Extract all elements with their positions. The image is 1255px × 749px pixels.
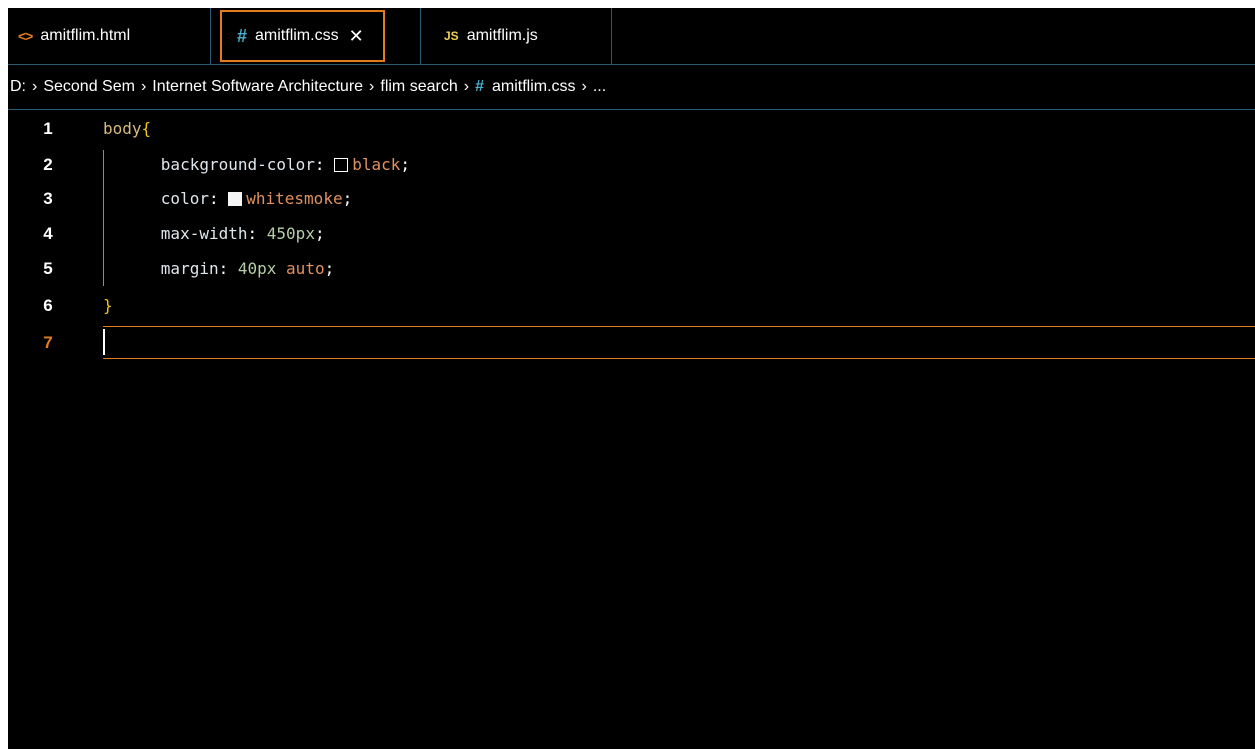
tab-amitflim-css[interactable]: # amitflim.css ✕ (220, 10, 385, 62)
tab-label: amitflim.js (466, 27, 538, 44)
js-file-icon: JS (444, 29, 459, 43)
semicolon: ; (342, 189, 353, 208)
colon: : (208, 189, 219, 208)
line-number: 4 (43, 224, 53, 243)
chevron-right-icon: › (32, 78, 38, 95)
breadcrumb-item-file[interactable]: amitflim.css (492, 78, 576, 96)
colon: : (247, 224, 258, 243)
css-property: background-color (160, 155, 315, 174)
semicolon: ; (324, 259, 335, 278)
line-content: color: whitesmoke; (103, 184, 352, 213)
code-line[interactable]: 3 color: whitesmoke; (8, 184, 1255, 213)
css-keyword: auto (286, 259, 325, 278)
css-number: 450px (266, 224, 315, 243)
code-line[interactable]: 6 } (8, 291, 1255, 320)
line-number: 7 (43, 333, 53, 352)
css-value: black (352, 155, 401, 174)
line-number: 5 (43, 259, 53, 278)
css-property: margin (160, 259, 219, 278)
open-brace: { (141, 119, 152, 138)
code-line-active[interactable]: 7 (8, 328, 1255, 357)
breadcrumb-item-symbols[interactable]: ... (593, 78, 606, 96)
colon: : (314, 155, 325, 174)
chevron-right-icon: › (463, 78, 470, 95)
css-value: whitesmoke (246, 189, 343, 208)
colon: : (218, 259, 229, 278)
semicolon: ; (314, 224, 325, 243)
code-line[interactable]: 5 margin: 40px auto; (8, 254, 1255, 283)
css-property: max-width (160, 224, 248, 243)
chevron-right-icon: › (581, 78, 587, 95)
breadcrumb-item-drive[interactable]: D: (10, 78, 26, 96)
line-number: 2 (43, 155, 53, 174)
line-content: margin: 40px auto; (103, 254, 334, 283)
css-file-icon: # (237, 25, 248, 46)
close-icon[interactable]: ✕ (349, 26, 364, 47)
css-file-icon: # (475, 78, 484, 95)
semicolon: ; (400, 155, 411, 174)
tab-bar: <> amitflim.html # amitflim.css ✕ JS ami… (8, 8, 1255, 65)
breadcrumb: D: › Second Sem › Internet Software Arch… (8, 65, 1255, 110)
line-content: max-width: 450px; (103, 219, 325, 248)
line-content: } (103, 291, 113, 320)
code-editor: <> amitflim.html # amitflim.css ✕ JS ami… (8, 8, 1255, 749)
code-line[interactable]: 1 body{ (8, 114, 1255, 143)
css-property: color (160, 189, 209, 208)
line-content: body{ (103, 114, 151, 143)
css-selector: body (103, 119, 142, 138)
tab-label: amitflim.html (40, 27, 131, 44)
line-number: 1 (43, 119, 53, 138)
close-brace: } (103, 296, 113, 315)
tab-label: amitflim.css (255, 27, 339, 44)
line-number: 3 (43, 189, 53, 208)
chevron-right-icon: › (369, 78, 375, 95)
color-swatch[interactable] (228, 192, 243, 206)
tab-amitflim-js[interactable]: JS amitflim.js (420, 8, 612, 64)
code-area[interactable]: 1 body{ 2 background-color: black; 3 col… (8, 114, 1255, 749)
chevron-right-icon: › (140, 78, 147, 95)
color-swatch[interactable] (334, 158, 349, 172)
line-number: 6 (43, 296, 53, 315)
breadcrumb-item-second-sem[interactable]: Second Sem (43, 78, 135, 96)
code-line[interactable]: 4 max-width: 450px; (8, 219, 1255, 248)
tab-amitflim-html[interactable]: <> amitflim.html (8, 8, 211, 64)
css-number: 40px (237, 259, 277, 278)
html-file-icon: <> (18, 28, 33, 44)
breadcrumb-item-internet-software-architecture[interactable]: Internet Software Architecture (152, 78, 363, 96)
breadcrumb-item-flim-search[interactable]: flim search (380, 78, 457, 96)
line-content: background-color: black; (103, 150, 410, 179)
code-line[interactable]: 2 background-color: black; (8, 150, 1255, 179)
